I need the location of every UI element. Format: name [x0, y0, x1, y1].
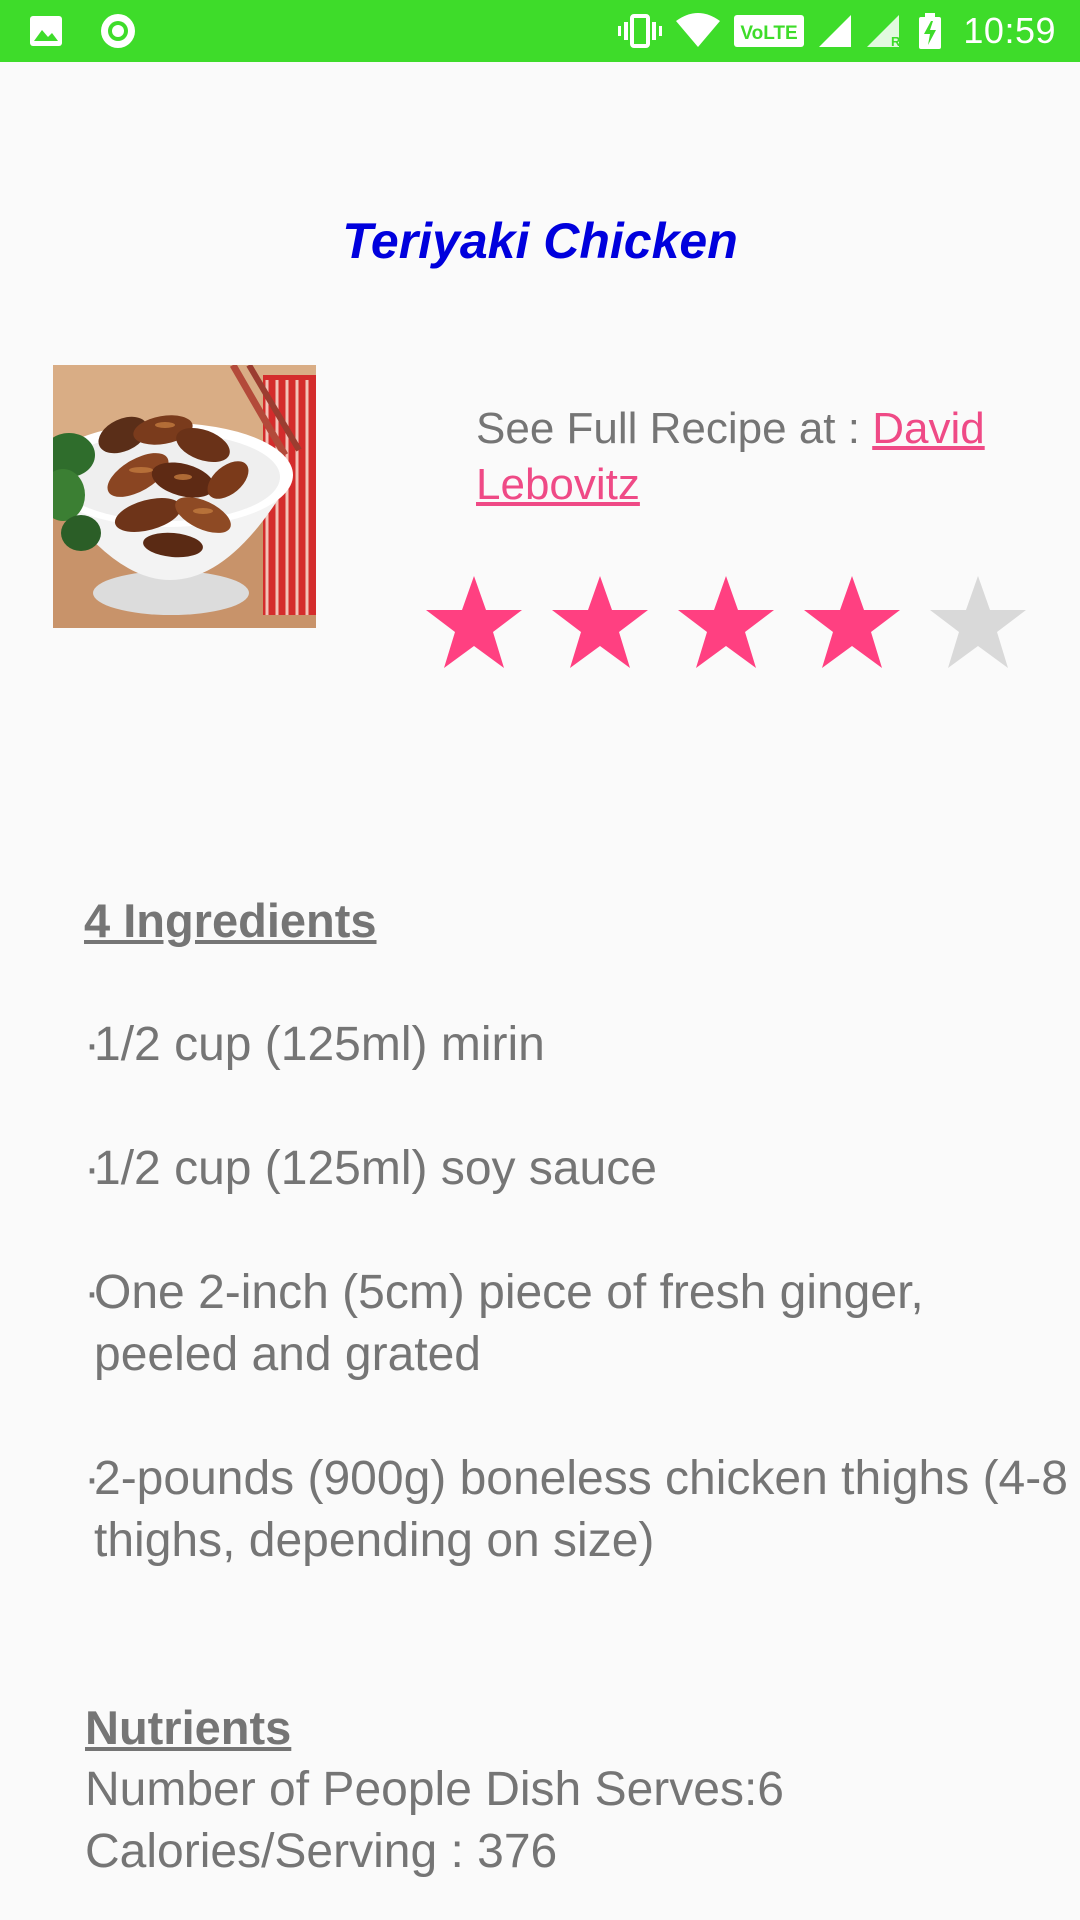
volte-label: VoLTE — [741, 23, 798, 44]
ingredient-item: · One 2-inch (5cm) piece of fresh ginger… — [84, 1262, 1074, 1386]
bullet: · — [84, 1452, 100, 1505]
gallery-icon — [28, 14, 64, 48]
full-recipe-source: See Full Recipe at : David Lebovitz — [476, 401, 1046, 513]
signal-icon — [817, 13, 853, 49]
status-bar: VoLTE R 10:59 — [0, 0, 1080, 62]
wifi-icon — [675, 13, 721, 49]
star-icon[interactable] — [926, 572, 1030, 682]
serves-line: Number of People Dish Serves:6 — [85, 1763, 784, 1816]
ingredient-text: 1/2 cup (125ml) soy sauce — [94, 1142, 657, 1195]
ingredient-item: · 2-pounds (900g) boneless chicken thigh… — [84, 1448, 1074, 1572]
nutrients-heading: Nutrients — [85, 1701, 292, 1754]
ingredient-item: · 1/2 cup (125ml) soy sauce — [84, 1138, 1074, 1200]
ingredient-text: 1/2 cup (125ml) mirin — [94, 1018, 545, 1071]
ingredient-item: · 1/2 cup (125ml) mirin — [84, 1014, 1074, 1076]
nutrients-section: Nutrients Number of People Dish Serves:6… — [85, 1697, 1075, 1883]
status-bar-right: VoLTE R 10:59 — [617, 8, 1056, 54]
bullet: · — [84, 1018, 100, 1071]
vibrate-icon — [617, 13, 663, 49]
source-prefix: See Full Recipe at : — [476, 404, 873, 453]
status-time: 10:59 — [963, 10, 1056, 51]
calories-line: Calories/Serving : 376 — [85, 1825, 558, 1878]
battery-charging-icon — [917, 12, 943, 50]
circle-notification-icon — [98, 11, 138, 51]
status-bar-left — [28, 12, 138, 50]
signal-roaming-icon: R — [865, 13, 905, 49]
ingredient-text: 2-pounds (900g) boneless chicken thighs … — [94, 1452, 1068, 1567]
star-icon[interactable] — [422, 572, 526, 682]
recipe-image — [53, 365, 316, 628]
roaming-label: R — [891, 34, 901, 49]
recipe-title: Teriyaki Chicken — [342, 213, 738, 269]
ingredients-section: 4 Ingredients · 1/2 cup (125ml) mirin · … — [84, 890, 1074, 1572]
bullet: · — [84, 1142, 100, 1195]
ingredient-text: One 2-inch (5cm) piece of fresh ginger, … — [94, 1266, 924, 1381]
teriyaki-chicken-photo — [53, 365, 316, 628]
bullet: · — [84, 1266, 100, 1319]
ingredients-heading: 4 Ingredients — [84, 894, 377, 947]
star-icon[interactable] — [800, 572, 904, 682]
rating-bar[interactable] — [422, 572, 1030, 682]
volte-icon: VoLTE — [733, 14, 805, 48]
star-icon[interactable] — [674, 572, 778, 682]
star-icon[interactable] — [548, 572, 652, 682]
